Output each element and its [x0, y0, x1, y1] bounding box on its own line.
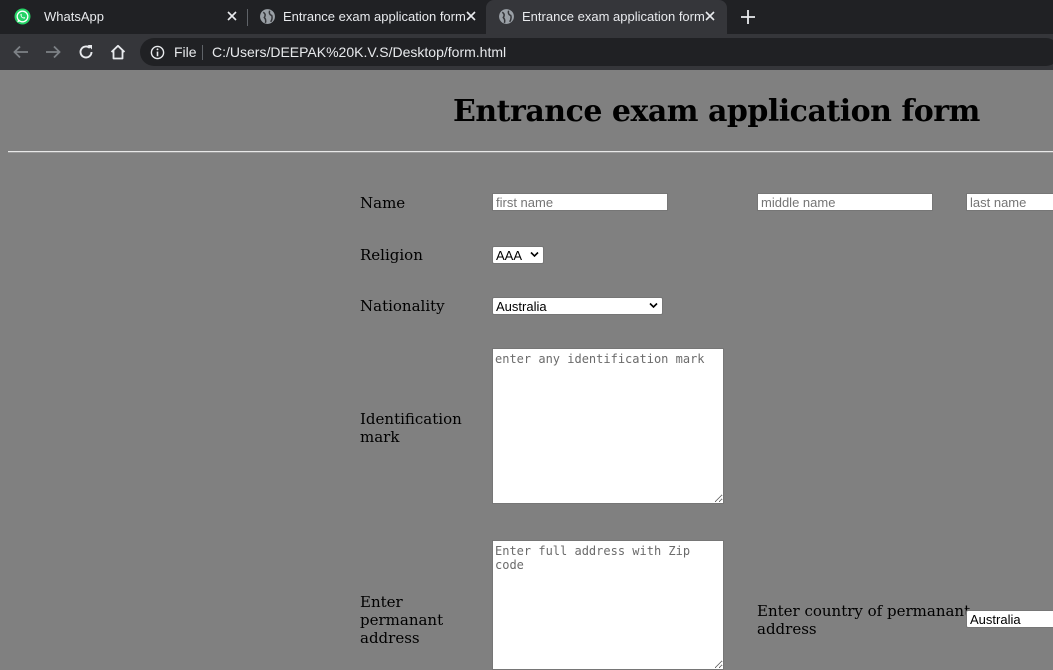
address-label-line1: Enter	[360, 593, 403, 611]
reload-icon[interactable]	[77, 43, 95, 61]
new-tab-icon[interactable]	[739, 8, 757, 26]
whatsapp-icon	[14, 8, 31, 25]
country-label-line2: address	[757, 620, 817, 638]
home-icon[interactable]	[109, 43, 127, 61]
address-divider	[202, 45, 203, 60]
tab-title: WhatsApp	[44, 9, 104, 24]
tab-whatsapp[interactable]: WhatsApp	[0, 0, 247, 34]
tab-strip: WhatsApp Entrance exam application form …	[0, 0, 1053, 34]
page-content: Entrance exam application form Name Reli…	[0, 70, 1053, 670]
nationality-selected-value: Australia	[496, 299, 547, 314]
close-icon[interactable]	[464, 9, 478, 23]
middle-name-input[interactable]	[757, 193, 933, 211]
divider	[8, 151, 1053, 153]
close-icon[interactable]	[703, 9, 717, 23]
first-name-input[interactable]	[492, 193, 668, 211]
globe-icon	[260, 9, 275, 24]
address-textarea[interactable]	[492, 540, 724, 670]
country-select[interactable]: Australia	[966, 610, 1053, 628]
close-icon[interactable]	[225, 9, 239, 23]
tab-title: Entrance exam application form	[522, 9, 705, 24]
tab-entrance-form[interactable]: Entrance exam application form	[248, 0, 486, 34]
tab-entrance-form-active[interactable]: Entrance exam application form	[486, 0, 727, 34]
browser-toolbar: File C:/Users/DEEPAK%20K.V.S/Desktop/for…	[0, 34, 1053, 70]
page-title: Entrance exam application form	[453, 94, 980, 129]
name-label: Name	[360, 194, 406, 212]
tab-title: Entrance exam application form	[283, 9, 466, 24]
info-icon[interactable]	[150, 45, 165, 60]
identification-label-line1: Identification	[360, 410, 462, 428]
religion-select[interactable]: AAA	[492, 246, 544, 264]
chevron-down-icon	[649, 302, 658, 309]
country-selected-value: Australia	[970, 612, 1021, 627]
identification-label-line2: mark	[360, 428, 400, 446]
globe-icon	[499, 9, 514, 24]
url-text[interactable]: C:/Users/DEEPAK%20K.V.S/Desktop/form.htm…	[212, 44, 506, 60]
religion-selected-value: AAA	[496, 248, 523, 263]
scheme-label: File	[174, 44, 197, 60]
address-label-line3: address	[360, 629, 420, 647]
nationality-select[interactable]: Australia	[492, 297, 663, 315]
address-label-line2: permanant	[360, 611, 444, 629]
religion-label: Religion	[360, 246, 423, 264]
nationality-label: Nationality	[360, 297, 445, 315]
last-name-input[interactable]	[966, 193, 1053, 211]
address-bar[interactable]: File C:/Users/DEEPAK%20K.V.S/Desktop/for…	[140, 38, 1053, 66]
forward-arrow-icon[interactable]	[44, 43, 62, 61]
chevron-down-icon	[530, 251, 539, 258]
identification-mark-textarea[interactable]	[492, 348, 724, 504]
back-arrow-icon[interactable]	[12, 43, 30, 61]
country-label-line1: Enter country of permanant	[757, 602, 971, 620]
